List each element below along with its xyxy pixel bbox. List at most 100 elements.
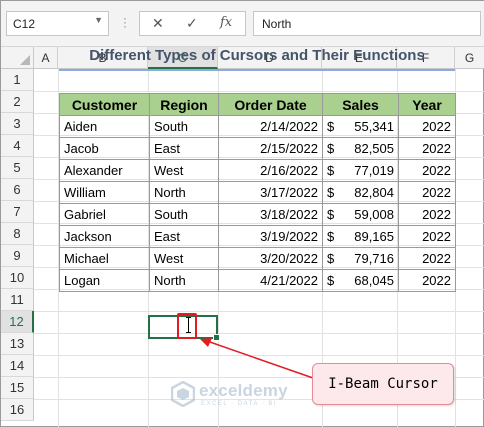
cell-customer[interactable]: Jackson bbox=[59, 225, 150, 248]
row-header-2[interactable]: 2 bbox=[1, 91, 34, 113]
cell-sales[interactable]: $89,165 bbox=[322, 225, 399, 248]
cell-region[interactable]: East bbox=[149, 225, 219, 248]
cell-year[interactable]: 2022 bbox=[398, 203, 456, 226]
row-header-4[interactable]: 4 bbox=[1, 135, 34, 157]
cell-order-date[interactable]: 2/14/2022 bbox=[218, 115, 323, 138]
table-row: Alexander West 2/16/2022 $77,019 2022 bbox=[59, 159, 456, 182]
cell-region[interactable]: South bbox=[149, 115, 219, 138]
sales-value: 59,008 bbox=[354, 207, 394, 222]
select-all-corner[interactable] bbox=[1, 47, 34, 69]
cell-year[interactable]: 2022 bbox=[398, 115, 456, 138]
table-header-row: Customer Region Order Date Sales Year bbox=[59, 93, 456, 116]
row-header-7[interactable]: 7 bbox=[1, 201, 34, 223]
header-region[interactable]: Region bbox=[149, 93, 219, 116]
cell-order-date[interactable]: 2/15/2022 bbox=[218, 137, 323, 160]
row-header-5[interactable]: 5 bbox=[1, 157, 34, 179]
row-header-6[interactable]: 6 bbox=[1, 179, 34, 201]
gridline bbox=[34, 355, 484, 356]
cell-region[interactable]: South bbox=[149, 203, 219, 226]
formula-value: North bbox=[262, 17, 292, 31]
currency-symbol: $ bbox=[327, 185, 335, 200]
cancel-icon[interactable]: ✕ bbox=[152, 15, 164, 32]
cell-customer[interactable]: Michael bbox=[59, 247, 150, 270]
sales-value: 82,505 bbox=[354, 141, 394, 156]
cell-order-date[interactable]: 4/21/2022 bbox=[218, 269, 323, 292]
chevron-down-icon[interactable]: ▼ bbox=[94, 15, 103, 25]
currency-symbol: $ bbox=[327, 273, 335, 288]
row-header-1[interactable]: 1 bbox=[1, 69, 34, 91]
cell-sales[interactable]: $82,804 bbox=[322, 181, 399, 204]
cell-year[interactable]: 2022 bbox=[398, 181, 456, 204]
row-header-3[interactable]: 3 bbox=[1, 113, 34, 135]
cell-sales[interactable]: $59,008 bbox=[322, 203, 399, 226]
arrow-head bbox=[200, 338, 212, 347]
sales-value: 77,019 bbox=[354, 163, 394, 178]
table-row: William North 3/17/2022 $82,804 2022 bbox=[59, 181, 456, 204]
cell-customer[interactable]: Alexander bbox=[59, 159, 150, 182]
enter-icon[interactable]: ✓ bbox=[186, 15, 198, 32]
cell-sales[interactable]: $82,505 bbox=[322, 137, 399, 160]
gridline bbox=[34, 91, 484, 92]
row-header-15[interactable]: 15 bbox=[1, 377, 34, 399]
sales-value: 82,804 bbox=[354, 185, 394, 200]
row-header-12[interactable]: 12 bbox=[1, 311, 34, 333]
column-header-a[interactable]: A bbox=[34, 47, 58, 69]
table-row: Jackson East 3/19/2022 $89,165 2022 bbox=[59, 225, 456, 248]
sales-value: 55,341 bbox=[354, 119, 394, 134]
exceldemy-logo-icon bbox=[171, 381, 195, 407]
formula-input[interactable]: North bbox=[253, 11, 481, 36]
cell-sales[interactable]: $77,019 bbox=[322, 159, 399, 182]
cell-region[interactable]: East bbox=[149, 137, 219, 160]
column-header-g[interactable]: G bbox=[455, 47, 484, 69]
row-header-13[interactable]: 13 bbox=[1, 333, 34, 355]
table-row: Logan North 4/21/2022 $68,045 2022 bbox=[59, 269, 456, 292]
cell-sales[interactable]: $68,045 bbox=[322, 269, 399, 292]
cell-order-date[interactable]: 3/18/2022 bbox=[218, 203, 323, 226]
cell-region[interactable]: West bbox=[149, 159, 219, 182]
header-year[interactable]: Year bbox=[398, 93, 456, 116]
formula-bar: C12 ▼ · · · ✕ ✓ fx North bbox=[1, 1, 484, 47]
insert-function-icon[interactable]: fx bbox=[220, 15, 232, 30]
row-header-14[interactable]: 14 bbox=[1, 355, 34, 377]
sales-value: 68,045 bbox=[354, 273, 394, 288]
cell-year[interactable]: 2022 bbox=[398, 269, 456, 292]
currency-symbol: $ bbox=[327, 119, 335, 134]
cell-order-date[interactable]: 3/20/2022 bbox=[218, 247, 323, 270]
cell-sales[interactable]: $79,716 bbox=[322, 247, 399, 270]
cell-customer[interactable]: Aiden bbox=[59, 115, 150, 138]
cell-customer[interactable]: Logan bbox=[59, 269, 150, 292]
title-underline bbox=[59, 69, 455, 71]
row-header-16[interactable]: 16 bbox=[1, 399, 34, 421]
table-row: Gabriel South 3/18/2022 $59,008 2022 bbox=[59, 203, 456, 226]
cell-order-date[interactable]: 3/19/2022 bbox=[218, 225, 323, 248]
row-header-8[interactable]: 8 bbox=[1, 223, 34, 245]
cell-customer[interactable]: Gabriel bbox=[59, 203, 150, 226]
currency-symbol: $ bbox=[327, 141, 335, 156]
cell-year[interactable]: 2022 bbox=[398, 247, 456, 270]
cell-customer[interactable]: Jacob bbox=[59, 137, 150, 160]
cell-year[interactable]: 2022 bbox=[398, 225, 456, 248]
row-header-11[interactable]: 11 bbox=[1, 289, 34, 311]
sheet-title[interactable]: Different Types of Cursors and Their Fun… bbox=[59, 45, 455, 67]
header-sales[interactable]: Sales bbox=[322, 93, 399, 116]
header-order-date[interactable]: Order Date bbox=[218, 93, 323, 116]
row-header-10[interactable]: 10 bbox=[1, 267, 34, 289]
gridline bbox=[34, 311, 484, 312]
cell-region[interactable]: North bbox=[149, 181, 219, 204]
cell-customer[interactable]: William bbox=[59, 181, 150, 204]
cell-order-date[interactable]: 3/17/2022 bbox=[218, 181, 323, 204]
cell-year[interactable]: 2022 bbox=[398, 137, 456, 160]
currency-symbol: $ bbox=[327, 163, 335, 178]
cell-sales[interactable]: $55,341 bbox=[322, 115, 399, 138]
cell-year[interactable]: 2022 bbox=[398, 159, 456, 182]
data-table: Customer Region Order Date Sales Year Ai… bbox=[59, 93, 456, 292]
cell-region[interactable]: West bbox=[149, 247, 219, 270]
row-header-9[interactable]: 9 bbox=[1, 245, 34, 267]
header-customer[interactable]: Customer bbox=[59, 93, 150, 116]
name-box-value: C12 bbox=[13, 17, 36, 31]
sales-value: 89,165 bbox=[354, 229, 394, 244]
more-options-icon[interactable]: · · · bbox=[118, 12, 132, 32]
cell-order-date[interactable]: 2/16/2022 bbox=[218, 159, 323, 182]
cell-region-active[interactable]: North bbox=[149, 269, 219, 292]
name-box[interactable]: C12 ▼ bbox=[6, 11, 109, 36]
